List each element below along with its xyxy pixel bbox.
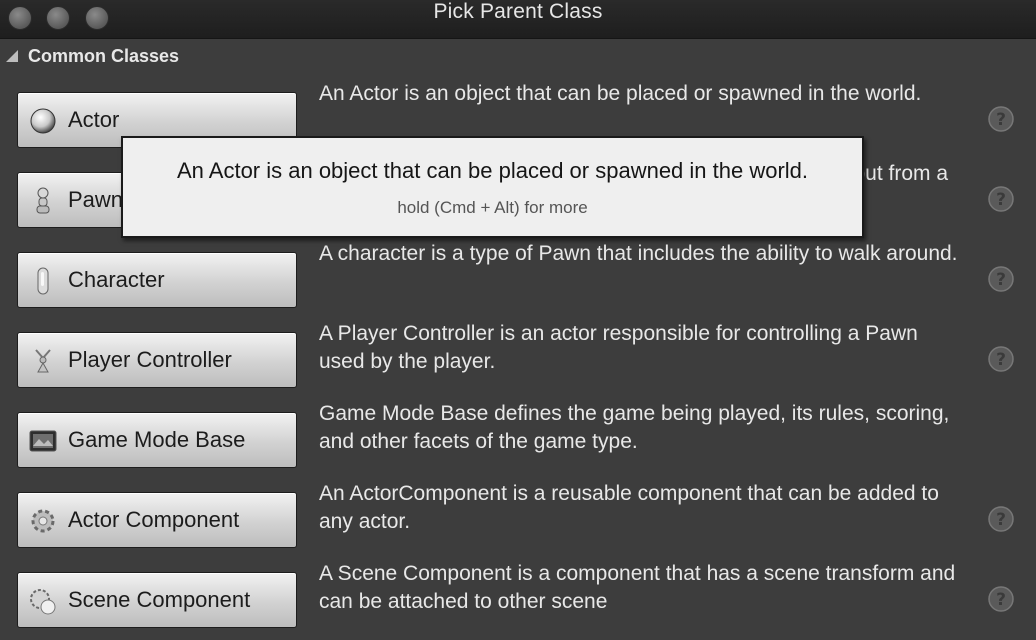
svg-text:?: ? [996, 350, 1006, 370]
player-controller-class-button[interactable]: Player Controller [17, 332, 297, 388]
scene-component-class-button[interactable]: Scene Component [17, 572, 297, 628]
help-icon[interactable]: ? [987, 185, 1015, 213]
pawn-icon [36, 187, 50, 214]
collapse-arrow-icon[interactable] [6, 50, 18, 62]
tooltip-text: An Actor is an object that can be placed… [176, 158, 809, 183]
class-row-character: Character A character is a type of Pawn … [0, 240, 1036, 320]
pick-parent-class-window: Pick Parent Class Common Classes Actor A… [0, 0, 1036, 640]
svg-text:?: ? [996, 510, 1006, 530]
common-classes-section-header[interactable]: Common Classes [0, 39, 1036, 73]
help-icon[interactable]: ? [987, 505, 1015, 533]
class-row-actor-component: Actor Component An ActorComponent is a r… [0, 480, 1036, 560]
game-mode-base-description: Game Mode Base defines the game being pl… [319, 402, 950, 453]
class-row-scene-component: Scene Component A Scene Component is a c… [0, 560, 1036, 640]
actor-component-class-button[interactable]: Actor Component [17, 492, 297, 548]
scene-component-icon [30, 589, 56, 615]
title-bar: Pick Parent Class [0, 0, 1036, 39]
actor-tooltip: An Actor is an object that can be placed… [121, 136, 864, 238]
sphere-icon [30, 108, 56, 134]
capsule-icon [37, 267, 49, 295]
actor-component-description: An ActorComponent is a reusable componen… [319, 482, 939, 533]
controller-icon [35, 349, 51, 373]
svg-text:?: ? [996, 270, 1006, 290]
help-icon[interactable]: ? [987, 345, 1015, 373]
game-mode-icon [29, 430, 57, 452]
actor-description: An Actor is an object that can be placed… [319, 82, 922, 105]
actor-button-label: Actor [68, 107, 120, 132]
class-row-player-controller: Player Controller A Player Controller is… [0, 320, 1036, 400]
svg-text:?: ? [996, 590, 1006, 610]
gear-icon [31, 509, 55, 533]
svg-text:?: ? [996, 190, 1006, 210]
character-description: A character is a type of Pawn that inclu… [319, 242, 958, 265]
window-title: Pick Parent Class [433, 0, 603, 23]
character-button-label: Character [68, 267, 165, 292]
help-icon[interactable]: ? [987, 265, 1015, 293]
player-controller-description: A Player Controller is an actor responsi… [319, 322, 918, 373]
scene-component-button-label: Scene Component [68, 587, 251, 612]
pawn-button-label: Pawn [68, 187, 124, 212]
game-mode-base-button-label: Game Mode Base [68, 427, 246, 452]
game-mode-base-class-button[interactable]: Game Mode Base [17, 412, 297, 468]
help-icon[interactable]: ? [987, 105, 1015, 133]
help-icon[interactable]: ? [987, 585, 1015, 613]
tooltip-hint: hold (Cmd + Alt) for more [397, 198, 588, 217]
class-row-game-mode-base: Game Mode Base Game Mode Base defines th… [0, 400, 1036, 480]
actor-component-button-label: Actor Component [68, 507, 240, 532]
scene-component-description: A Scene Component is a component that ha… [319, 562, 956, 613]
player-controller-button-label: Player Controller [68, 347, 232, 372]
svg-text:?: ? [996, 110, 1006, 130]
section-label: Common Classes [28, 46, 180, 66]
character-class-button[interactable]: Character [17, 252, 297, 308]
